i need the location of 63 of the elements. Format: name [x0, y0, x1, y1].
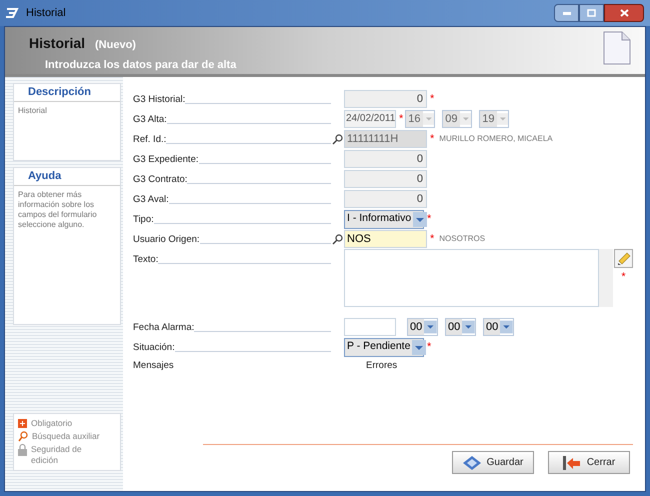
save-button[interactable]: Guardar: [452, 451, 534, 474]
field-label: G3 Expediente:: [133, 154, 198, 166]
maximize-button[interactable]: [579, 4, 604, 22]
time-select[interactable]: 00: [445, 318, 476, 336]
maximize-icon: [587, 9, 596, 17]
select-field[interactable]: P - Pendiente: [344, 338, 424, 356]
panel-text: Para obtener más información sobre los campos del formulario seleccione alguno.: [17, 188, 98, 231]
field-label: G3 Alta:: [133, 114, 167, 126]
required-mark: *: [430, 234, 434, 244]
number-field[interactable]: 0: [344, 150, 427, 168]
field-label: Tipo:: [133, 214, 154, 226]
time-select[interactable]: 00: [483, 318, 514, 336]
header-title: Historial: [29, 34, 86, 53]
lookup-field[interactable]: NOS: [344, 230, 427, 248]
close-button[interactable]: [604, 4, 644, 22]
panel-text: Historial: [17, 104, 48, 116]
pencil-icon: [616, 252, 630, 266]
date-field[interactable]: [344, 318, 396, 336]
field-label: Usuario Origen:: [133, 234, 200, 246]
app-logo-icon: [6, 7, 20, 19]
search-icon[interactable]: [332, 134, 343, 144]
close-icon: [620, 9, 628, 17]
lookup-description: MURILLO ROMERO, MICAELA: [439, 133, 553, 145]
field-label: Fecha Alarma:: [133, 322, 194, 334]
field-label: G3 Aval:: [133, 194, 169, 206]
required-mark: *: [399, 114, 404, 124]
required-mark: *: [427, 342, 432, 352]
panel-title: Ayuda: [14, 168, 120, 186]
required-mark: *: [427, 214, 432, 224]
window-title: Historial: [26, 6, 66, 21]
close-button[interactable]: Cerrar: [548, 451, 630, 474]
required-mark: *: [430, 94, 434, 104]
field-label: G3 Contrato:: [133, 174, 188, 186]
exit-arrow-icon: [562, 456, 581, 470]
field-label: G3 Historial:: [133, 94, 186, 106]
header-description: Introduzca los datos para dar de alta: [45, 58, 236, 73]
number-field[interactable]: 0: [344, 170, 427, 188]
field-label: Texto:: [133, 254, 158, 266]
required-icon: [18, 419, 27, 428]
header-status: (Nuevo): [95, 38, 136, 53]
field-label: Situación:: [133, 342, 175, 354]
errors-text: Errores: [366, 358, 398, 373]
time-select[interactable]: 00: [407, 318, 438, 336]
minimize-icon: [562, 12, 570, 14]
document-icon: [603, 31, 631, 65]
panel-title: Descripción: [14, 84, 120, 102]
required-mark: *: [621, 272, 626, 283]
field-label: Ref. Id.:: [133, 134, 166, 146]
number-field[interactable]: 0: [344, 90, 427, 108]
legend-label: Obligatorio: [31, 418, 74, 429]
scrollbar[interactable]: [599, 249, 613, 307]
lock-icon: [18, 444, 27, 456]
lookup-description: NOSOTROS: [439, 233, 486, 245]
select-field[interactable]: I - Informativo: [344, 210, 424, 228]
legend-label: Seguridad de edición: [31, 444, 83, 466]
legend-label: Búsqueda auxiliar: [32, 431, 101, 442]
search-icon: [18, 431, 28, 442]
required-mark: *: [430, 134, 434, 144]
messages-label: Mensajes: [133, 358, 175, 373]
number-field[interactable]: 0: [344, 190, 427, 208]
minimize-button[interactable]: [554, 4, 579, 22]
search-icon[interactable]: [332, 234, 343, 244]
edit-button[interactable]: [614, 249, 633, 268]
